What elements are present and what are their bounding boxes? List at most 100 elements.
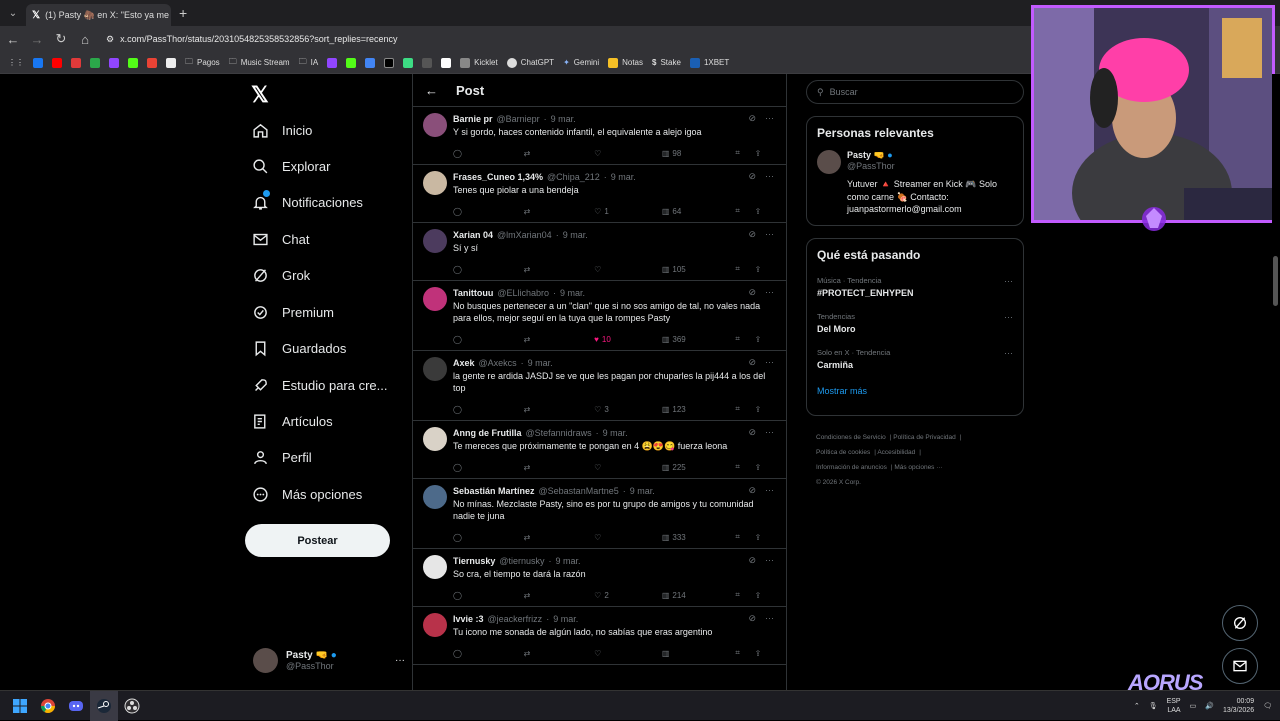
reply-item[interactable]: Ivvie :3 @jeackerfrizz · 9 mar. ⊘ ··· Tu icono… (413, 607, 786, 665)
views-button[interactable]: ▥ 225 (662, 463, 735, 472)
reply-icon[interactable]: ◯ (453, 405, 524, 414)
windows-start-icon[interactable] (6, 691, 34, 721)
views-button[interactable]: ▥ (662, 649, 735, 658)
more-icon[interactable]: ··· (1004, 276, 1013, 286)
url-field[interactable]: ⚙ x.com/PassThor/status/2031054825358532… (106, 34, 398, 45)
clock[interactable]: 00:09 13/3/2026 (1223, 697, 1254, 715)
reply-author-handle[interactable]: @Barniepr (497, 114, 540, 124)
browser-tab[interactable]: 𝕏 (1) Pasty 🦣 en X: "Esto ya me l ✕ (26, 4, 171, 26)
bookmark-icon[interactable]: ⌗ (735, 148, 754, 158)
share-icon[interactable]: ⇪ (755, 405, 774, 414)
post-button[interactable]: Postear (245, 524, 390, 557)
nav-item-inicio[interactable]: Inicio (251, 121, 312, 139)
bookmark-kicklet[interactable]: Kicklet (460, 57, 498, 68)
repost-icon[interactable]: ⇄ (524, 591, 595, 600)
footer-link[interactable]: Condiciones de Servicio (816, 434, 886, 441)
reply-author-handle[interactable]: @SebastanMartne5 (539, 486, 619, 496)
microphone-icon[interactable]: 🎙 (1149, 702, 1158, 710)
apps-icon[interactable]: ⋮⋮ (8, 58, 24, 67)
bookmark-icon[interactable] (166, 57, 176, 68)
views-button[interactable]: ▥ 64 (662, 207, 735, 216)
nav-item-articulos[interactable]: Artículos (251, 412, 333, 430)
drive-icon[interactable] (90, 57, 100, 68)
bookmark-icon[interactable] (403, 57, 414, 68)
repost-icon[interactable]: ⇄ (524, 335, 595, 344)
reply-date[interactable]: 9 mar. (630, 486, 655, 496)
reply-author-handle[interactable]: @jeackerfrizz (488, 614, 543, 624)
repost-icon[interactable]: ⇄ (524, 207, 595, 216)
x-logo-icon[interactable]: 𝕏 (251, 82, 269, 108)
more-icon[interactable]: ··· (395, 655, 405, 666)
reply-item[interactable]: Axek @Axekcs · 9 mar. ⊘ ··· la gente re ardida… (413, 351, 786, 421)
like-button[interactable]: ♡ (594, 463, 662, 472)
nav-item-estudio[interactable]: Estudio para cre... (251, 376, 388, 394)
more-icon[interactable]: ··· (765, 555, 774, 566)
like-button[interactable]: ♥ 10 (594, 335, 662, 344)
like-button[interactable]: ♡ (594, 649, 662, 658)
reply-item[interactable]: Frases_Cuneo 1,34% @Chipa_212 · 9 mar. ⊘ ··· T… (413, 165, 786, 223)
repost-icon[interactable]: ⇄ (524, 265, 595, 274)
kick-icon[interactable] (346, 57, 357, 68)
forward-icon[interactable]: → (30, 32, 44, 47)
back-arrow-icon[interactable]: ← (425, 83, 438, 98)
reply-author-name[interactable]: Axek (453, 358, 475, 368)
bookmark-1xbet[interactable]: 1XBET (689, 57, 729, 68)
reply-author-name[interactable]: Frases_Cuneo 1,34% (453, 172, 543, 182)
reply-date[interactable]: 9 mar. (528, 358, 553, 368)
reply-icon[interactable]: ◯ (453, 591, 524, 600)
reply-author-name[interactable]: Anng de Frutilla (453, 428, 522, 438)
reply-icon[interactable]: ◯ (453, 463, 524, 472)
bookmark-icon[interactable] (71, 57, 81, 68)
site-info-icon[interactable]: ⚙ (106, 34, 114, 45)
grok-icon[interactable]: ⊘ (748, 427, 756, 438)
chrome-icon[interactable] (34, 691, 62, 721)
grok-icon[interactable]: ⊘ (748, 613, 756, 624)
bookmark-icon[interactable] (365, 57, 376, 68)
share-icon[interactable]: ⇪ (755, 149, 774, 158)
home-icon[interactable]: ⌂ (78, 32, 92, 47)
youtube-icon[interactable] (52, 57, 62, 68)
nav-item-premium[interactable]: Premium (251, 303, 334, 321)
grok-icon[interactable]: ⊘ (748, 171, 756, 182)
reload-icon[interactable]: ↻ (54, 31, 68, 47)
grok-floating-button[interactable] (1222, 605, 1258, 641)
nav-item-grok[interactable]: Grok (251, 266, 310, 284)
repost-icon[interactable]: ⇄ (524, 405, 595, 414)
views-button[interactable]: ▥ 369 (662, 335, 735, 344)
like-button[interactable]: ♡ 3 (594, 405, 662, 414)
messages-floating-button[interactable] (1222, 648, 1258, 684)
avatar[interactable] (423, 555, 447, 579)
show-more-link[interactable]: Mostrar más (807, 370, 1023, 396)
bookmark-notas[interactable]: Notas (608, 57, 643, 68)
nav-item-mas-opciones[interactable]: Más opciones (251, 485, 362, 503)
more-icon[interactable]: ··· (765, 485, 774, 496)
reply-author-name[interactable]: Tanittouu (453, 288, 493, 298)
reply-author-handle[interactable]: @Stefannidraws (526, 428, 592, 438)
share-icon[interactable]: ⇪ (755, 463, 774, 472)
reply-item[interactable]: Xarian 04 @lmXarian04 · 9 mar. ⊘ ··· Sí y sí ◯ ⇄… (413, 223, 786, 281)
page-scrollbar[interactable] (1272, 74, 1280, 690)
reply-item[interactable]: Tanittouu @ELlichabro · 9 mar. ⊘ ··· No busque… (413, 281, 786, 351)
grok-icon[interactable]: ⊘ (748, 357, 756, 368)
views-button[interactable]: ▥ 105 (662, 265, 735, 274)
more-icon[interactable]: ··· (765, 229, 774, 240)
views-button[interactable]: ▥ 123 (662, 405, 735, 414)
discord-icon[interactable] (62, 691, 90, 721)
views-button[interactable]: ▥ 98 (662, 149, 735, 158)
trend-item[interactable]: Solo en X · Tendencia Carmiña ··· (807, 348, 1023, 370)
avatar[interactable] (423, 485, 447, 509)
obs-icon[interactable] (118, 691, 146, 721)
share-icon[interactable]: ⇪ (755, 335, 774, 344)
bookmark-chatgpt[interactable]: ChatGPT (506, 57, 554, 68)
reply-date[interactable]: 9 mar. (553, 614, 578, 624)
avatar[interactable] (423, 171, 447, 195)
reply-author-handle[interactable]: @Axekcs (479, 358, 517, 368)
reply-author-handle[interactable]: @ELlichabro (497, 288, 549, 298)
notifications-icon[interactable]: 🗨 (1263, 702, 1272, 710)
avatar[interactable] (423, 357, 447, 381)
reply-date[interactable]: 9 mar. (563, 230, 588, 240)
gmail-icon[interactable] (147, 57, 157, 68)
reply-author-handle[interactable]: @Chipa_212 (547, 172, 600, 182)
more-icon[interactable]: ··· (765, 287, 774, 298)
more-icon[interactable]: ··· (1004, 312, 1013, 322)
